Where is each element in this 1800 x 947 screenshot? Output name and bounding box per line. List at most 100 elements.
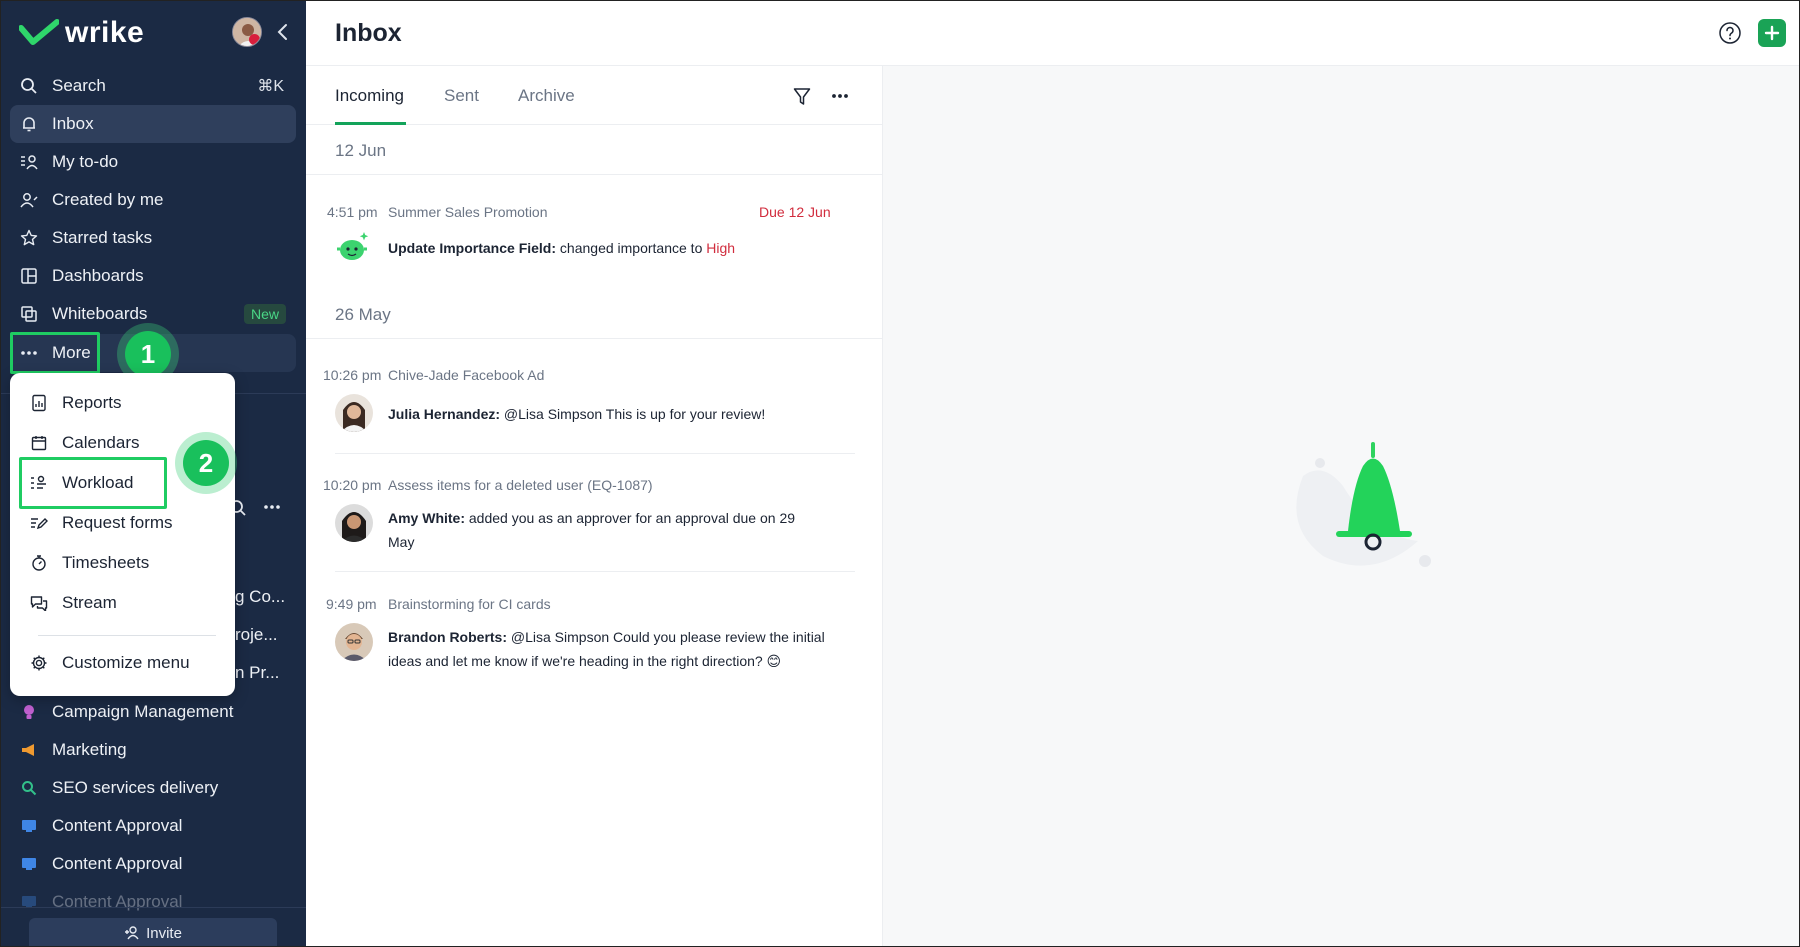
project-label: SEO services delivery — [52, 778, 219, 797]
message-time: 10:26 pm — [323, 367, 382, 383]
monitor-icon — [18, 815, 40, 837]
help-icon[interactable] — [1718, 21, 1742, 45]
menu-item-stream[interactable]: Stream — [28, 585, 228, 621]
inbox-list: Incoming Sent Archive 12 Jun 4:51 pm Sum… — [306, 66, 883, 946]
message-body: Update Importance Field: changed importa… — [388, 236, 848, 260]
sidebar-item-inbox[interactable]: Inbox — [10, 105, 296, 143]
wrike-logo[interactable]: wrike — [19, 15, 144, 51]
megaphone-icon — [18, 739, 40, 761]
invite-button[interactable]: Invite — [29, 918, 277, 946]
sidebar-item-created-by-me[interactable]: Created by me — [10, 181, 296, 219]
more-dropdown-menu: Reports Calendars Workload Request forms — [10, 373, 235, 696]
message-separator — [335, 571, 855, 572]
message-body: Brandon Roberts: @Lisa Simpson Could you… — [388, 625, 868, 673]
step-2-marker: 2 — [183, 440, 229, 486]
tab-archive[interactable]: Archive — [518, 86, 575, 106]
message-author: Amy White: — [388, 510, 465, 526]
project-label: Content Approval — [52, 854, 183, 873]
invite-label: Invite — [146, 924, 182, 942]
sidebar-project-content-approval[interactable]: Content Approval — [10, 883, 296, 921]
sidebar-item-my-todo[interactable]: My to-do — [10, 143, 296, 181]
menu-item-timesheets[interactable]: Timesheets — [28, 545, 228, 581]
todo-icon — [18, 151, 40, 173]
sidebar-bottom-divider — [1, 907, 306, 908]
menu-item-label: Stream — [62, 593, 117, 612]
message-text-continued: ideas and let me know if we're heading i… — [388, 653, 782, 669]
sidebar-project-content-approval[interactable]: Content Approval — [10, 807, 296, 845]
sidebar-project-marketing[interactable]: Marketing — [10, 731, 296, 769]
step-1-marker: 1 — [125, 331, 171, 377]
avatar — [335, 394, 373, 432]
sidebar-project-content-approval[interactable]: Content Approval — [10, 845, 296, 883]
monitor-icon — [18, 891, 40, 913]
space-more-icon[interactable] — [263, 504, 281, 510]
tab-incoming[interactable]: Incoming — [335, 86, 404, 106]
project-label: Campaign Management — [52, 702, 234, 721]
page-title: Inbox — [335, 19, 402, 47]
search-label: Search — [52, 76, 106, 95]
menu-item-reports[interactable]: Reports — [28, 385, 228, 421]
menu-item-label: Calendars — [62, 433, 140, 452]
dashboard-icon — [18, 265, 40, 287]
sidebar-search[interactable]: Search ⌘K — [10, 67, 296, 105]
project-fragment[interactable]: g Co... — [235, 587, 285, 607]
message-body: Amy White: added you as an approver for … — [388, 506, 848, 554]
message-detail-pane — [883, 66, 1799, 946]
message-separator — [335, 453, 855, 454]
menu-item-label: Request forms — [62, 513, 173, 532]
inbox-tabs: Incoming Sent Archive — [306, 66, 883, 125]
sidebar-project-seo-services-delivery[interactable]: SEO services delivery — [10, 769, 296, 807]
project-fragment[interactable]: roje... — [235, 625, 278, 645]
sidebar-item-label: Starred tasks — [52, 228, 153, 247]
sidebar-item-label: Created by me — [52, 190, 164, 209]
sidebar-item-label: Inbox — [52, 114, 94, 133]
collapse-sidebar-icon[interactable] — [273, 19, 293, 45]
message-text: @Lisa Simpson Could you please review th… — [510, 629, 825, 645]
filter-icon[interactable] — [793, 87, 811, 107]
plus-icon — [1764, 25, 1780, 41]
sidebar-item-starred-tasks[interactable]: Starred tasks — [10, 219, 296, 257]
magnifier-icon — [18, 777, 40, 799]
user-avatar[interactable] — [232, 17, 262, 47]
project-fragment[interactable]: n Pr... — [235, 663, 279, 683]
request-forms-icon — [28, 512, 50, 534]
sidebar-project-campaign-management[interactable]: Campaign Management — [10, 693, 296, 731]
message-task[interactable]: Brainstorming for CI cards — [388, 596, 551, 612]
message-due-date: Due 12 Jun — [759, 204, 831, 220]
menu-item-customize-menu[interactable]: Customize menu — [28, 645, 228, 681]
message-text: @Lisa Simpson This is up for your review… — [503, 406, 766, 422]
avatar — [335, 623, 373, 661]
date-label: 12 Jun — [335, 141, 387, 160]
message-time: 10:20 pm — [323, 477, 382, 493]
user-created-icon — [18, 189, 40, 211]
sidebar-item-dashboards[interactable]: Dashboards — [10, 257, 296, 295]
notification-dot — [249, 34, 260, 45]
message-task[interactable]: Summer Sales Promotion — [388, 204, 548, 220]
menu-item-label: Customize menu — [62, 653, 190, 672]
add-user-icon — [125, 926, 139, 940]
robot-avatar-icon — [337, 232, 369, 260]
message-author: Update Importance Field: — [388, 240, 557, 256]
sidebar-item-whiteboards[interactable]: Whiteboards New — [10, 295, 296, 333]
message-body: Julia Hernandez: @Lisa Simpson This is u… — [388, 402, 848, 426]
message-author: Julia Hernandez: — [388, 406, 501, 422]
whiteboard-icon — [18, 303, 40, 325]
brand-name: wrike — [65, 16, 145, 49]
message-time: 4:51 pm — [327, 204, 378, 220]
message-time: 9:49 pm — [326, 596, 377, 612]
date-group-header: 26 May — [306, 289, 883, 339]
importance-value: High — [706, 240, 736, 256]
tab-sent[interactable]: Sent — [444, 86, 479, 106]
message-task[interactable]: Assess items for a deleted user (EQ-1087… — [388, 477, 653, 493]
timesheets-icon — [28, 552, 50, 574]
message-task[interactable]: Chive-Jade Facebook Ad — [388, 367, 544, 383]
menu-item-request-forms[interactable]: Request forms — [28, 505, 228, 541]
message-text-continued: May — [388, 534, 415, 550]
create-new-button[interactable] — [1758, 19, 1786, 47]
reports-icon — [28, 392, 50, 414]
wrike-checkmark-icon — [19, 19, 59, 45]
calendar-icon — [28, 432, 50, 454]
more-options-icon[interactable] — [830, 88, 850, 104]
message-text: added you as an approver for an approval… — [468, 510, 796, 526]
menu-item-label: Timesheets — [62, 553, 150, 572]
